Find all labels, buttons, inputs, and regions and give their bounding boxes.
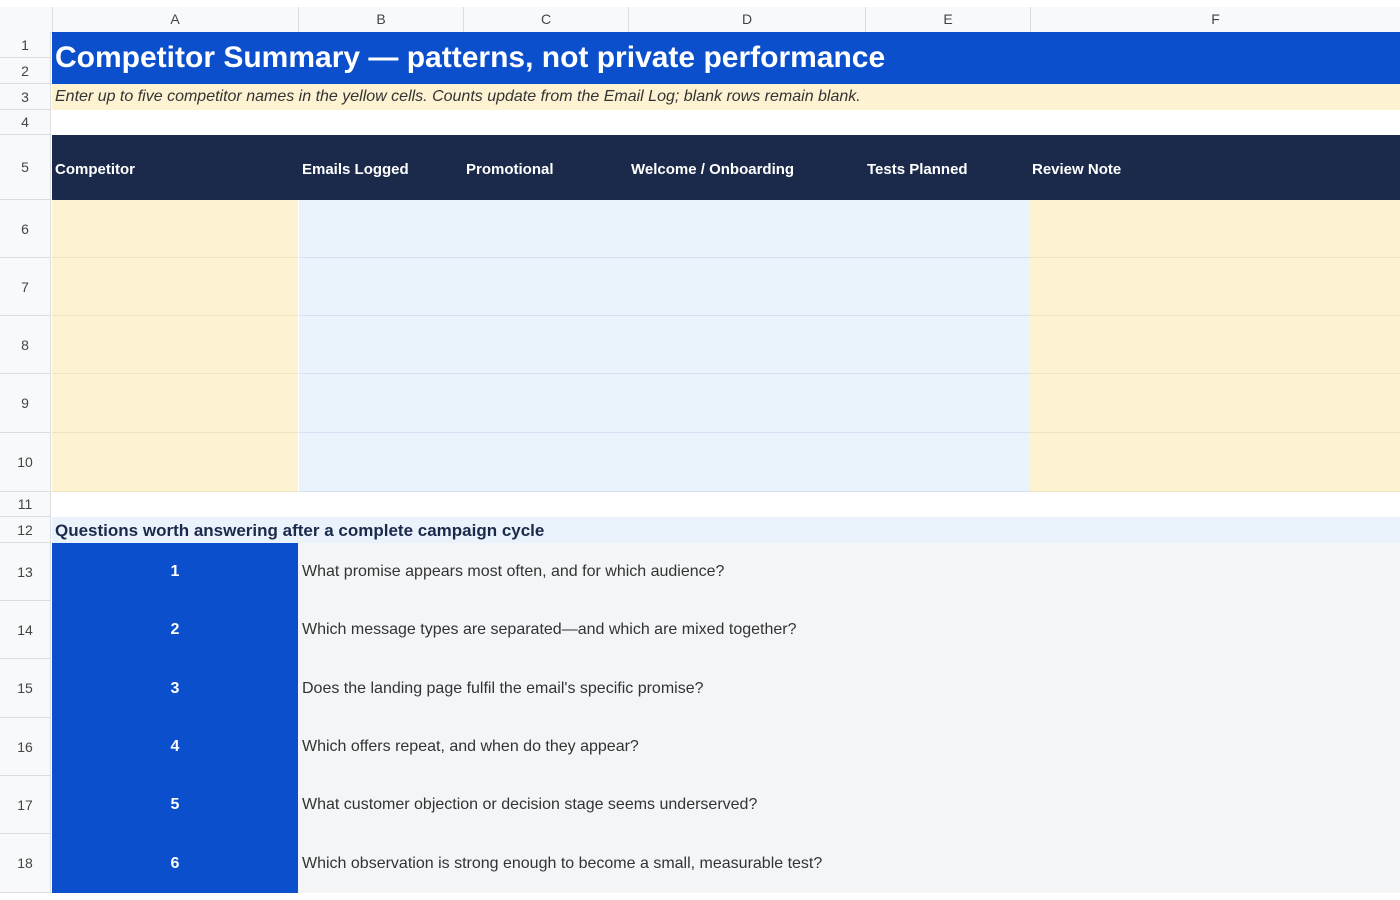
question-text[interactable]: Which message types are separated—and wh… [302,601,796,659]
blank-row-11[interactable] [52,492,1400,517]
row-header-17[interactable]: 17 [0,776,51,834]
competitor-input-cell[interactable] [52,200,298,258]
computed-counts-cells[interactable] [299,374,1030,433]
row-header-7[interactable]: 7 [0,258,51,316]
competitor-input-cell[interactable] [52,316,298,374]
row-header-10[interactable]: 10 [0,433,51,492]
spreadsheet-grid: A B C D E F 1 2 3 4 5 6 7 8 9 10 11 12 1… [0,0,1400,900]
column-header-e[interactable]: E [866,7,1031,32]
row-header-15[interactable]: 15 [0,659,51,718]
question-number[interactable]: 6 [52,834,298,893]
table-row [52,200,1400,258]
question-text[interactable]: Which observation is strong enough to be… [302,834,822,893]
row-header-9[interactable]: 9 [0,374,51,433]
table-row [52,374,1400,433]
summary-table-header: Competitor Emails Logged Promotional Wel… [52,135,1400,200]
computed-counts-cells[interactable] [299,433,1030,492]
column-header-a[interactable]: A [52,7,299,32]
header-review-note[interactable]: Review Note [1032,161,1121,178]
table-row [52,316,1400,374]
computed-counts-cells[interactable] [299,316,1030,374]
row-header-1[interactable]: 1 [0,32,51,58]
row-header-12[interactable]: 12 [0,517,51,543]
row-header-14[interactable]: 14 [0,601,51,659]
question-number[interactable]: 1 [52,543,298,601]
column-header-bar: A B C D E F [0,7,1400,33]
header-promotional[interactable]: Promotional [466,161,554,178]
review-note-input-cell[interactable] [1030,316,1400,374]
question-number[interactable]: 5 [52,776,298,834]
computed-counts-cells[interactable] [299,258,1030,316]
row-header-13[interactable]: 13 [0,543,51,601]
header-tests-planned[interactable]: Tests Planned [867,161,968,178]
question-number[interactable]: 4 [52,718,298,776]
competitor-input-cell[interactable] [52,258,298,316]
row-header-2[interactable]: 2 [0,58,51,84]
row-header-5[interactable]: 5 [0,135,51,200]
table-row [52,258,1400,316]
row-header-6[interactable]: 6 [0,200,51,258]
table-row [52,433,1400,492]
instruction-cell[interactable]: Enter up to five competitor names in the… [52,84,1400,110]
blank-row-4[interactable] [52,110,1400,135]
instruction-text: Enter up to five competitor names in the… [55,88,861,105]
review-note-input-cell[interactable] [1030,200,1400,258]
question-row: 5 What customer objection or decision st… [52,776,1400,834]
questions-heading: Questions worth answering after a comple… [55,521,545,540]
title-cell[interactable]: Competitor Summary — patterns, not priva… [52,32,1400,84]
question-text[interactable]: What promise appears most often, and for… [302,543,724,601]
question-text[interactable]: Which offers repeat, and when do they ap… [302,718,639,776]
header-competitor[interactable]: Competitor [55,161,135,178]
question-row: 1 What promise appears most often, and f… [52,543,1400,601]
row-header-8[interactable]: 8 [0,316,51,374]
question-number[interactable]: 2 [52,601,298,659]
column-header-b[interactable]: B [299,7,464,32]
competitor-input-cell[interactable] [52,433,298,492]
question-text[interactable]: Does the landing page fulfil the email's… [302,659,704,718]
row-header-18[interactable]: 18 [0,834,51,893]
question-text[interactable]: What customer objection or decision stag… [302,776,757,834]
row-header-4[interactable]: 4 [0,110,51,135]
column-header-f[interactable]: F [1031,7,1400,32]
sheet-title: Competitor Summary — patterns, not priva… [55,41,886,74]
header-emails-logged[interactable]: Emails Logged [302,161,409,178]
question-row: 2 Which message types are separated—and … [52,601,1400,659]
review-note-input-cell[interactable] [1030,374,1400,433]
row-header-3[interactable]: 3 [0,84,51,110]
computed-counts-cells[interactable] [299,200,1030,258]
row-header-11[interactable]: 11 [0,492,51,517]
row-header-16[interactable]: 16 [0,718,51,776]
question-row: 3 Does the landing page fulfil the email… [52,659,1400,718]
column-header-c[interactable]: C [464,7,629,32]
question-row: 4 Which offers repeat, and when do they … [52,718,1400,776]
question-row: 6 Which observation is strong enough to … [52,834,1400,893]
header-welcome-onboarding[interactable]: Welcome / Onboarding [631,161,794,178]
select-all-corner[interactable] [0,7,53,32]
review-note-input-cell[interactable] [1030,433,1400,492]
competitor-input-cell[interactable] [52,374,298,433]
review-note-input-cell[interactable] [1030,258,1400,316]
column-header-d[interactable]: D [629,7,866,32]
question-number[interactable]: 3 [52,659,298,718]
questions-heading-cell[interactable]: Questions worth answering after a comple… [52,517,1400,543]
